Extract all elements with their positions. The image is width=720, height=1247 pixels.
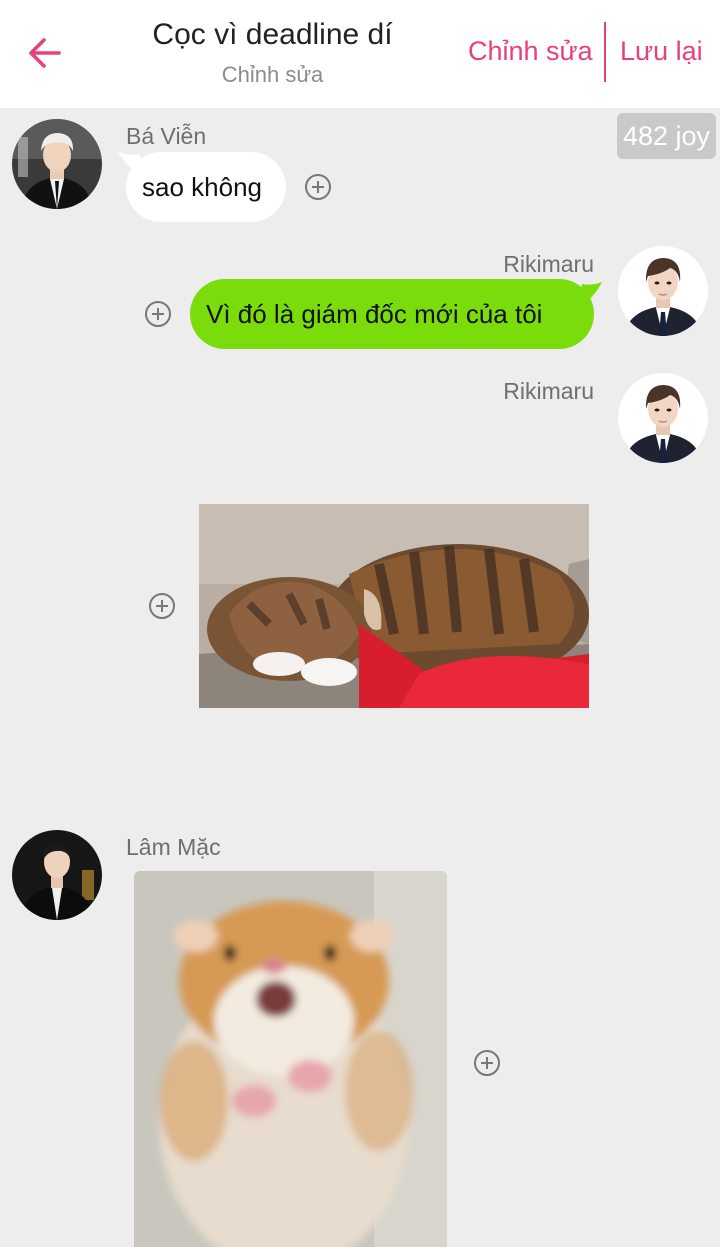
back-button[interactable] — [22, 30, 68, 76]
cat-photo[interactable] — [199, 504, 589, 708]
plus-circle-icon — [474, 1050, 500, 1076]
sender-name: Rikimaru — [503, 378, 594, 404]
message-text: Vì đó là giám đốc mới của tôi — [206, 298, 543, 329]
top-bar: Cọc vì deadline dí Chỉnh sửa Chỉnh sửa L… — [0, 0, 720, 108]
hamster-photo[interactable] — [134, 871, 447, 1247]
avatar-rikimaru[interactable] — [618, 246, 708, 336]
arrow-left-icon — [29, 38, 61, 68]
add-reaction-button[interactable] — [304, 173, 332, 201]
joy-badge: 482 joy — [617, 113, 716, 159]
message-bubble[interactable]: Vì đó là giám đốc mới của tôi — [190, 279, 594, 349]
header-divider — [604, 22, 606, 82]
page-subtitle: Chỉnh sửa — [221, 62, 324, 87]
message-text: sao không — [142, 171, 262, 202]
edit-button[interactable]: Chỉnh sửa — [468, 36, 593, 67]
sender-name: Rikimaru — [503, 251, 594, 277]
avatar-lam-mac[interactable] — [12, 830, 102, 920]
plus-circle-icon — [149, 593, 175, 619]
plus-circle-icon — [305, 174, 331, 200]
save-button[interactable]: Lưu lại — [620, 36, 703, 67]
avatar-ba-vien[interactable] — [12, 119, 102, 209]
plus-circle-icon — [145, 301, 171, 327]
add-reaction-button[interactable] — [148, 592, 176, 620]
add-reaction-button[interactable] — [144, 300, 172, 328]
sender-name: Bá Viễn — [126, 123, 207, 149]
add-reaction-button[interactable] — [473, 1049, 501, 1077]
message-bubble[interactable]: sao không — [126, 152, 286, 222]
avatar-rikimaru[interactable] — [618, 373, 708, 463]
page-title: Cọc vì deadline dí — [152, 18, 393, 51]
sender-name: Lâm Mặc — [126, 834, 221, 860]
